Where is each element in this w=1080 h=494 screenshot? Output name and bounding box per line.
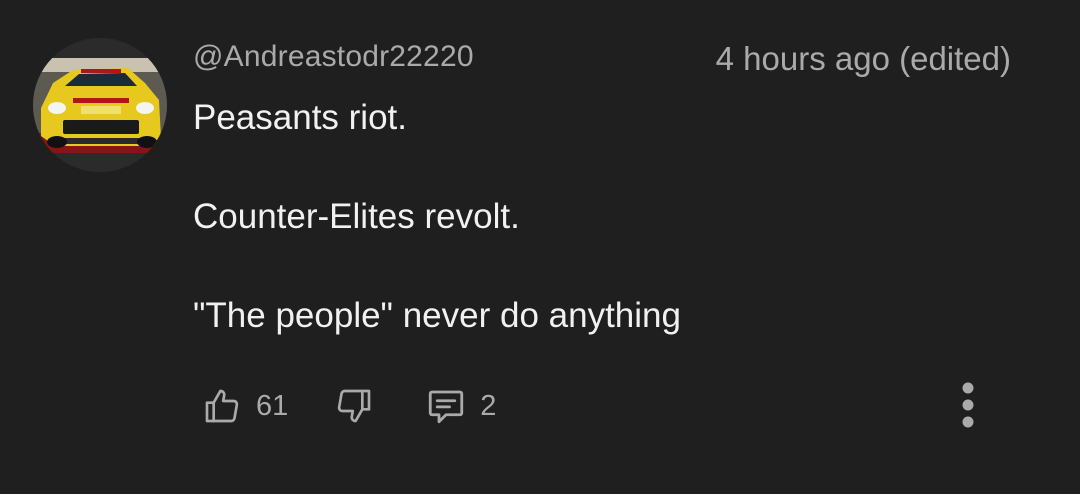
- more-options-button[interactable]: [948, 378, 988, 434]
- comment-actions: 61 2: [200, 380, 496, 432]
- comment-line: Peasants riot.: [193, 98, 407, 137]
- comment-line: "The people" never do anything: [193, 296, 681, 335]
- comment-icon: [424, 384, 468, 428]
- avatar[interactable]: [33, 38, 167, 172]
- more-vertical-icon: [960, 380, 976, 433]
- comment-item: @Andreastodr22220 4 hours ago (edited) P…: [0, 0, 1080, 494]
- reply-count: 2: [480, 389, 497, 422]
- comment-author[interactable]: @Andreastodr22220: [193, 40, 474, 74]
- like-group: 61: [200, 384, 288, 428]
- rally-car-avatar-image: [33, 38, 167, 172]
- reply-button[interactable]: 2: [424, 384, 496, 428]
- comment-timestamp[interactable]: 4 hours ago (edited): [716, 40, 1011, 78]
- thumbs-down-icon[interactable]: [332, 384, 376, 428]
- comment-line: Counter-Elites revolt.: [193, 197, 520, 236]
- dislike-group: [332, 384, 376, 428]
- like-count: 61: [256, 389, 289, 422]
- comment-body: Peasants riot. Counter-Elites revolt. "T…: [193, 96, 1013, 338]
- thumbs-up-icon[interactable]: [200, 384, 244, 428]
